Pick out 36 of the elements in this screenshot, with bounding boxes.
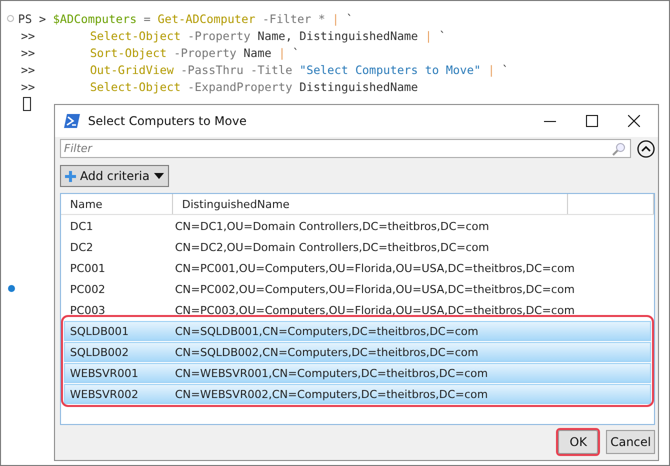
code-line: Select-Object -Property Name, DistinguishedName | ` (88, 28, 446, 42)
filter-field[interactable]: Filter (60, 139, 631, 158)
table-row[interactable]: WEBSVR002 CN=WEBSVR002,CN=Computers,DC=theitbros,DC=com (64, 384, 651, 404)
breakpoint-circle-icon (7, 15, 14, 22)
search-icon (612, 142, 626, 156)
prompt: PS > (18, 12, 46, 26)
prompt: >> (21, 28, 36, 42)
table-row[interactable]: WEBSVR001 CN=WEBSVR001,CN=Computers,DC=theitbros,DC=com (64, 363, 651, 383)
close-icon[interactable] (628, 115, 640, 127)
add-criteria-button[interactable]: Add criteria (60, 165, 169, 187)
code-line: Sort-Object -Property Name | ` (88, 46, 300, 60)
plus-icon (65, 170, 76, 182)
ok-button[interactable]: OK (558, 430, 598, 454)
gutter-dot-icon (8, 285, 15, 292)
cancel-button[interactable]: Cancel (606, 430, 655, 454)
table-row[interactable]: DC1 CN=DC1,OU=Domain Controllers,DC=theitbros,DC=com (64, 216, 651, 236)
collapse-icon[interactable] (637, 140, 655, 158)
table-row[interactable]: PC003 CN=PC003,OU=Computers,OU=Florida,OU=USA,DC=theitbros,DC=com (64, 300, 651, 320)
prompt: >> (21, 80, 36, 94)
column-header[interactable]: DistinguishedName (173, 194, 568, 214)
powershell-icon (64, 114, 80, 128)
code-line: Out-GridView -PassThru -Title "Select Computers to Move" | ` (88, 62, 509, 76)
text-cursor (23, 96, 31, 110)
code-line: $ADComputers = Get-ADComputer -Filter * | ` (52, 12, 354, 26)
table-row[interactable]: PC001 CN=PC001,OU=Computers,OU=Florida,OU=USA,DC=theitbros,DC=com (64, 258, 651, 278)
table-row[interactable]: PC002 CN=PC002,OU=Computers,OU=Florida,OU=USA,DC=theitbros,DC=com (64, 279, 651, 299)
window-title: Select Computers to Move (88, 114, 247, 128)
table-row[interactable]: DC2 CN=DC2,OU=Domain Controllers,DC=theitbros,DC=com (64, 237, 651, 257)
prompt: >> (21, 46, 36, 60)
table-row[interactable]: SQLDB001 CN=SQLDB001,CN=Computers,DC=theitbros,DC=com (64, 321, 651, 341)
column-header[interactable]: Name (61, 194, 173, 214)
caret-icon (154, 173, 164, 179)
prompt: >> (21, 62, 36, 76)
code-line: Select-Object -ExpandProperty DistinguishedName (88, 80, 418, 94)
maximize-icon[interactable] (586, 115, 598, 127)
table-row[interactable]: SQLDB002 CN=SQLDB002,CN=Computers,DC=theitbros,DC=com (64, 342, 651, 362)
